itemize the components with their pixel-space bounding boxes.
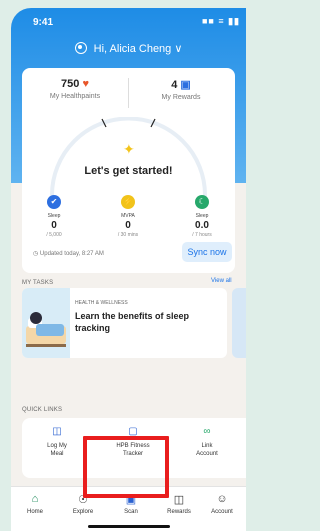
stat-value: 0.0	[195, 220, 209, 231]
last-updated-text: Updated today, 8:27 AM	[39, 251, 104, 257]
task-thumbnail	[22, 288, 70, 358]
quick-links-header: QUICK LINKS	[22, 407, 63, 413]
status-time: 9:41	[33, 17, 54, 28]
task-card-next[interactable]	[232, 288, 246, 358]
stat-value: 0	[125, 220, 131, 231]
steps-icon: ✔	[47, 195, 61, 209]
account-icon: ☺	[216, 493, 228, 505]
link-icon: ∞	[203, 426, 211, 437]
stat-mvpa: ⚡ MVPA 0 / 30 mins	[98, 195, 158, 238]
healthpoints-value: 750	[61, 78, 80, 90]
sleeping-illustration	[26, 312, 66, 347]
nav-label: Explore	[72, 509, 94, 515]
ql-label: Meal	[50, 451, 64, 457]
stat-goal: / 7 hours	[192, 232, 212, 238]
task-title: Learn the benefits of sleep tracking	[75, 311, 190, 333]
status-icons: ■■ ≡ ▮▮	[201, 16, 240, 26]
heart-icon: ♥	[82, 78, 89, 90]
stat-goal: / 5,000	[46, 232, 62, 238]
quick-link-log-meal[interactable]: ◫ Log My Meal	[22, 418, 92, 478]
nav-label: Home	[26, 509, 43, 515]
nav-label: Scan	[124, 509, 138, 515]
nav-account[interactable]: ☺ Account	[198, 493, 246, 515]
last-updated: ◷ Updated today, 8:27 AM	[33, 250, 104, 257]
rewards-label: My Rewards	[161, 94, 201, 101]
meal-icon: ◫	[52, 426, 62, 437]
clock-icon: ◷	[33, 251, 39, 257]
quick-link-link-account[interactable]: ∞ Link Account	[172, 418, 242, 478]
healthpoints-label: My Healthpaints	[49, 93, 101, 100]
view-all-link[interactable]: View all	[211, 278, 232, 284]
my-tasks-header: MY TASKS	[22, 280, 54, 286]
ql-label: Link	[201, 443, 213, 449]
task-card[interactable]: HEALTH & WELLNESS Learn the benefits of …	[22, 288, 227, 358]
nav-label: Account	[211, 509, 233, 515]
home-indicator	[88, 525, 170, 528]
greeting[interactable]: Hi, Alicia Cheng ∨	[11, 42, 246, 55]
avatar-icon	[74, 42, 87, 54]
greeting-text: Hi, Alicia Cheng ∨	[93, 43, 183, 55]
stat-sleep: ☾ Sleep 0.0 / 7 hours	[172, 195, 232, 238]
sparkle-icon: ✦	[123, 141, 135, 157]
ql-label: Account	[196, 451, 218, 457]
highlight-box	[83, 436, 169, 498]
rewards-metric[interactable]: 4 ▣ My Rewards	[128, 78, 234, 101]
get-started-title: Let's get started!	[84, 165, 173, 177]
stat-steps: ✔ Sleep 0 / 5,000	[24, 195, 84, 238]
rewards-icon: ▣	[180, 79, 191, 91]
stat-value: 0	[51, 220, 57, 231]
healthpoints-metric[interactable]: 750 ♥ My Healthpaints	[22, 78, 128, 100]
mvpa-icon: ⚡	[121, 195, 135, 209]
sync-now-button[interactable]: Sync now	[182, 242, 232, 262]
stat-name: MVPA	[121, 213, 135, 219]
rewards-value: 4	[171, 79, 178, 91]
summary-card: 750 ♥ My Healthpaints 4 ▣ My Rewards	[22, 68, 235, 123]
stat-goal: / 30 mins	[117, 232, 139, 238]
status-bar: 9:41 ■■ ≡ ▮▮	[11, 8, 246, 34]
task-category: HEALTH & WELLNESS	[75, 300, 128, 306]
nav-home[interactable]: ⌂ Home	[11, 493, 59, 515]
stat-name: Sleep	[195, 213, 209, 219]
moon-icon: ☾	[195, 195, 209, 209]
home-icon: ⌂	[31, 493, 39, 505]
activity-card: ✦ Let's get started! ✔ Sleep 0 / 5,000 ⚡…	[22, 117, 235, 273]
stat-name: Sleep	[47, 213, 61, 219]
nav-label: Rewards	[167, 509, 191, 515]
ql-label: Log My	[47, 443, 67, 449]
